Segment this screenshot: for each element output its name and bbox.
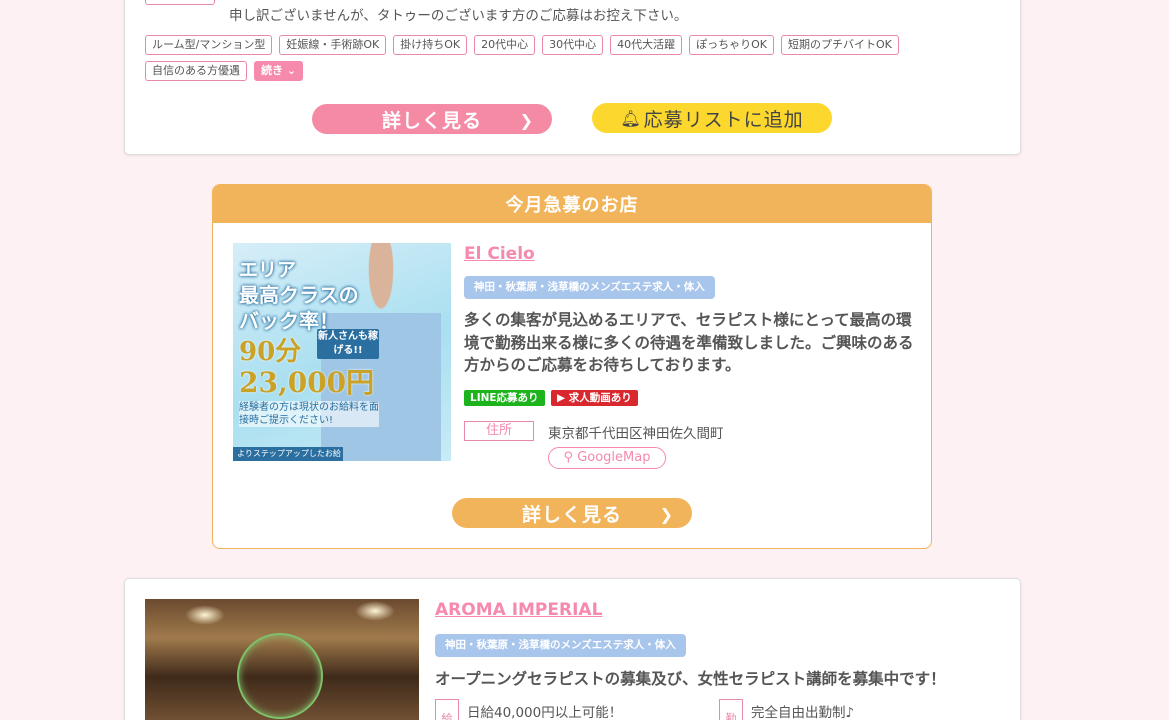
banner-badge: 新人さんも稼げる!!: [317, 329, 379, 359]
tag[interactable]: ルーム型/マンション型: [145, 35, 273, 55]
shop-card-aroma: AROMA IMPERIAL 神田・秋葉原・浅草橋のメンズエステ求人・体入 オー…: [124, 578, 1021, 720]
shop-logo: [237, 633, 323, 719]
chandelier-light: [355, 601, 395, 621]
map-marker-icon: ⚲: [563, 450, 574, 465]
salary-label-box: 給: [435, 699, 459, 720]
chevron-right-icon: ❯: [519, 111, 534, 130]
tag[interactable]: 40代大活躍: [610, 35, 683, 55]
chandelier-light: [185, 605, 225, 625]
video-badge: ▶ 求人動画あり: [551, 390, 638, 406]
tag[interactable]: 20代中心: [474, 35, 536, 55]
video-badge-label: 求人動画あり: [568, 392, 632, 404]
shift-feature: 完全自由出勤制♪: [751, 705, 855, 720]
shop-description: オープニングセラピストの募集及び、女性セラピスト講師を募集中です！: [435, 670, 946, 688]
banner-text: 経験者の方は現状のお給料を面接時ご提示ください!: [239, 401, 379, 427]
more-tags-button[interactable]: 続き ⌄: [254, 61, 304, 81]
add-to-apply-list-button[interactable]: 🔔︎ 応募リストに追加: [592, 103, 832, 133]
address: 東京都千代田区神田佐久間町: [548, 426, 724, 442]
detail-button[interactable]: 詳しく見る ❯: [312, 104, 552, 134]
banner-text: 23,000円: [239, 366, 375, 399]
urgent-shop-card: 今月急募のお店 エリア 最高クラスの バック率！ 90分 新人さんも稼げる!! …: [212, 184, 932, 549]
tag[interactable]: 短期のプチバイトOK: [781, 35, 899, 55]
tag[interactable]: 30代中心: [542, 35, 604, 55]
area-badge[interactable]: 神田・秋葉原・浅草橋のメンズエステ求人・体入: [464, 276, 715, 299]
apply-button-label: 応募リストに追加: [643, 108, 804, 131]
urgent-header: 今月急募のお店: [213, 185, 931, 223]
tag[interactable]: 掛け持ちOK: [393, 35, 468, 55]
detail-button[interactable]: 詳しく見る ❯: [452, 498, 692, 528]
youtube-icon: ▶: [557, 392, 566, 404]
google-map-button[interactable]: ⚲ GoogleMap: [548, 447, 666, 469]
detail-button-label: 詳しく見る: [521, 503, 622, 526]
salary-feature: 日給40,000円以上可能！: [467, 705, 623, 720]
shop-card-top: 申し訳ございませんが、タトゥーのございます方のご応募はお控え下さい。 ルーム型/…: [124, 0, 1021, 155]
chevron-right-icon: ❯: [659, 505, 674, 524]
shop-name-link[interactable]: El Cielo: [464, 244, 535, 264]
tag[interactable]: 自信のある方優遇: [145, 61, 247, 81]
tag[interactable]: ぽっちゃりOK: [689, 35, 775, 55]
feature-tags: ルーム型/マンション型 妊娠線・手術跡OK 掛け持ちOK 20代中心 30代中心…: [145, 35, 925, 81]
shop-photo[interactable]: [145, 599, 419, 720]
bell-icon: 🔔︎: [620, 108, 642, 128]
tattoo-note: 申し訳ございませんが、タトゥーのございます方のご応募はお控え下さい。: [229, 8, 688, 24]
detail-button-label: 詳しく見る: [381, 109, 482, 132]
banner-text: よりステップアップしたお給料へ!: [233, 447, 343, 461]
area-badge[interactable]: 神田・秋葉原・浅草橋のメンズエステ求人・体入: [435, 634, 686, 657]
line-apply-badge: LINE応募あり: [464, 390, 545, 406]
shop-name-link[interactable]: AROMA IMPERIAL: [435, 600, 602, 620]
shop-banner-image[interactable]: エリア 最高クラスの バック率！ 90分 新人さんも稼げる!! 23,000円 …: [233, 243, 451, 461]
more-label: 続き: [261, 64, 283, 77]
tag[interactable]: 妊娠線・手術跡OK: [279, 35, 387, 55]
address-label: 住所: [464, 421, 534, 441]
banner-text: エリア: [239, 259, 297, 281]
shop-description: 多くの集客が見込めるエリアで、セラピスト様にとって最高の環境で勤務出来る様に多く…: [464, 311, 914, 374]
banner-text: 最高クラスの: [239, 283, 359, 307]
shift-label-box: 勤: [719, 699, 743, 720]
label-box: [145, 0, 215, 5]
chevron-down-icon: ⌄: [286, 64, 297, 77]
map-label: GoogleMap: [577, 450, 651, 465]
